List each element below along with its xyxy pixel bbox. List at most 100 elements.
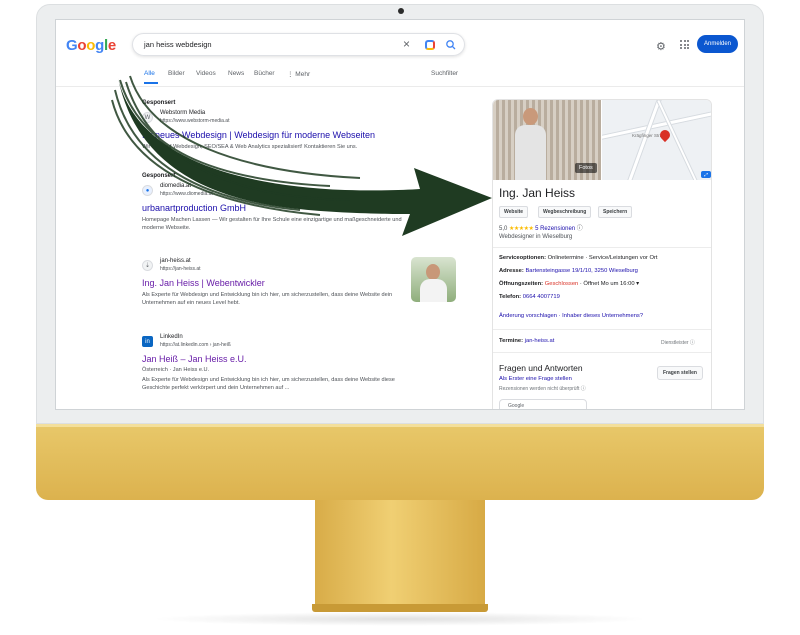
linkedin-icon: in: [142, 336, 153, 347]
photos-badge[interactable]: Fotos: [575, 163, 597, 173]
phone-link[interactable]: 0664 4007719: [523, 294, 560, 300]
service-label: Serviceoptionen:: [499, 255, 547, 261]
site-row[interactable]: ● diomedia.at https://www.diomedia.at: [142, 183, 402, 201]
site-name: jan-heiss.at: [160, 258, 191, 264]
divider: [493, 329, 711, 330]
google-box[interactable]: Google: [499, 399, 587, 409]
result-title-link[interactable]: Jan Heiß – Jan Heiss e.U.: [142, 354, 402, 364]
ask-first-link[interactable]: Als Erster eine Frage stellen: [499, 376, 572, 382]
sponsored-label: Gesponsert: [142, 173, 176, 179]
address-label: Adresse:: [499, 268, 524, 274]
map-corner-badge: ⤢: [701, 171, 711, 178]
business-name: Ing. Jan Heiss: [499, 186, 576, 200]
knowledge-panel: Fotos Krägfinger Straße ⤢ Ing. Jan Heiss…: [492, 99, 712, 409]
search-query[interactable]: jan heiss webdesign: [144, 40, 212, 49]
appointments-row: Termine: jan-heiss.at: [499, 338, 554, 344]
site-name: diomedia.at: [160, 183, 192, 189]
tab-more[interactable]: ⋮ Mehr: [287, 70, 310, 78]
save-button[interactable]: Speichern: [598, 206, 633, 218]
business-category: Webdesigner in Wieselburg: [499, 234, 573, 240]
tab-books[interactable]: Bücher: [254, 70, 275, 77]
result-snippet: Homepage Machen Lassen — Wir gestalten f…: [142, 217, 402, 232]
hours-row[interactable]: Öffnungszeiten: Geschlossen · Öffnet Mo …: [499, 281, 639, 287]
suggest-edit-link[interactable]: Änderung vorschlagen · Inhaber dieses Un…: [499, 313, 643, 319]
gear-icon[interactable]: ⚙: [656, 40, 666, 53]
result-thumbnail[interactable]: [411, 257, 456, 302]
qa-title: Fragen und Antworten: [499, 363, 583, 373]
tab-videos[interactable]: Videos: [196, 70, 216, 77]
search-icon[interactable]: [445, 38, 457, 52]
site-favicon: ⇣: [142, 260, 153, 271]
tabs-divider: [56, 86, 744, 87]
sponsored-label: Gesponsert: [142, 100, 176, 106]
result-snippet: Als Experte für Webdesign und Entwicklun…: [142, 377, 395, 392]
site-url: https://www.diomedia.at: [160, 191, 213, 197]
result-title-link[interactable]: urbanartproduction GmbH: [142, 203, 402, 213]
camera-dot: [398, 8, 404, 14]
search-input[interactable]: jan heiss webdesign ×: [132, 33, 465, 56]
imac-stand: [315, 500, 485, 606]
tab-news[interactable]: News: [228, 70, 244, 77]
ad-result-2: Gesponsert ● diomedia.at https://www.dio…: [142, 173, 402, 232]
website-button[interactable]: Website: [499, 206, 529, 218]
site-name: LinkedIn: [160, 334, 183, 340]
tab-images[interactable]: Bilder: [168, 70, 185, 77]
reviews-link[interactable]: 5 Rezensionen: [535, 226, 575, 232]
tools-button[interactable]: Suchfilter: [431, 70, 458, 77]
divider: [493, 352, 711, 353]
apps-grid-icon[interactable]: [680, 40, 689, 49]
google-box-label: Google: [508, 403, 525, 409]
star-rating-icon: ★★★★★: [509, 226, 534, 232]
globe-icon: ●: [142, 185, 153, 196]
provider-label: Dienstleister ⓘ: [661, 340, 695, 346]
result-title-link[interactable]: Ihr neues Webdesign | Webdesign für mode…: [142, 130, 402, 140]
site-favicon: W: [142, 112, 153, 123]
imac-stand-foot: [312, 604, 488, 612]
site-url: https://jan-heiss.at: [160, 266, 201, 272]
imac-mockup: Google jan heiss webdesign × ⚙ Anmelden …: [0, 0, 800, 635]
divider: [493, 247, 711, 248]
qa-note: Rezensionen werden nicht überprüft ⓘ: [499, 386, 586, 392]
ad-result-1: Gesponsert W Webstorm Media https://www.…: [142, 100, 402, 151]
floor-shadow: [150, 612, 650, 626]
appointments-link[interactable]: jan-heiss.at: [525, 338, 555, 344]
clear-icon[interactable]: ×: [403, 37, 410, 51]
result-snippet: Wir sind auf Webdesign, SEO/SEA & Web An…: [142, 144, 358, 150]
ask-question-button[interactable]: Fragen stellen: [657, 366, 703, 380]
imac-chin-edge: [36, 424, 764, 427]
site-url: https://www.webstorm-media.at: [160, 118, 230, 124]
map-preview[interactable]: Krägfinger Straße ⤢: [602, 100, 711, 180]
browser-screen: Google jan heiss webdesign × ⚙ Anmelden …: [55, 19, 745, 410]
phone-row: Telefon: 0664 4007719: [499, 294, 560, 300]
address-row: Adresse: Bartensteingasse 19/1/10, 3250 …: [499, 268, 638, 274]
result-title-link[interactable]: Ing. Jan Heiss | Webentwickler: [142, 278, 402, 288]
hours-next: · Öffnet Mo um 16:00 ▾: [579, 281, 640, 287]
address-link[interactable]: Bartensteingasse 19/1/10, 3250 Wieselbur…: [525, 268, 637, 274]
signin-button[interactable]: Anmelden: [697, 35, 738, 53]
rating-value: 5,0: [499, 226, 508, 232]
directions-button[interactable]: Wegbeschreibung: [538, 206, 592, 218]
result-snippet: Als Experte für Webdesign und Entwicklun…: [142, 292, 393, 307]
site-url: https://at.linkedin.com › jan-heiß: [160, 342, 231, 348]
site-name: Webstorm Media: [160, 110, 206, 116]
google-logo[interactable]: Google: [66, 37, 116, 54]
service-options: Serviceoptionen: Onlinetermine · Service…: [499, 255, 658, 261]
service-value: Onlinetermine · Service/Leistungen vor O…: [547, 255, 658, 261]
site-row[interactable]: W Webstorm Media https://www.webstorm-me…: [142, 110, 402, 128]
site-row[interactable]: ⇣ jan-heiss.at https://jan-heiss.at: [142, 258, 402, 276]
phone-label: Telefon:: [499, 294, 522, 300]
result-subtitle: Österreich · Jan Heiss e.U.: [142, 367, 210, 373]
appointments-label: Termine:: [499, 338, 524, 344]
site-row[interactable]: in LinkedIn https://at.linkedin.com › ja…: [142, 334, 402, 352]
organic-result-1: ⇣ jan-heiss.at https://jan-heiss.at Ing.…: [142, 258, 402, 307]
imac-chin: [36, 424, 764, 500]
organic-result-2: in LinkedIn https://at.linkedin.com › ja…: [142, 334, 402, 392]
hours-status: Geschlossen: [544, 281, 579, 287]
business-photo[interactable]: Fotos: [493, 100, 601, 180]
info-icon[interactable]: ⓘ: [577, 226, 583, 232]
rating-row: 5,0 ★★★★★ 5 Rezensionen ⓘ: [499, 223, 583, 232]
tab-all[interactable]: Alle: [144, 70, 155, 77]
hours-label: Öffnungszeiten:: [499, 281, 544, 287]
lens-icon[interactable]: [425, 40, 435, 50]
active-tab-indicator: [144, 82, 158, 84]
